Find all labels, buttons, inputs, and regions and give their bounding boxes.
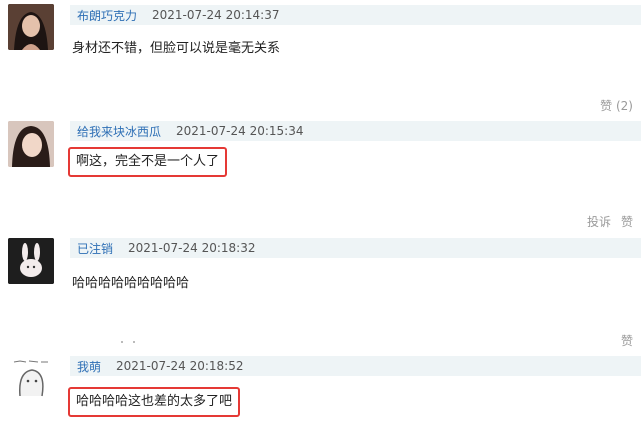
decorative-dot [121,341,123,343]
avatar[interactable] [8,238,54,284]
comment-header: 布朗巧克力 2021-07-24 20:14:37 [70,5,641,25]
username-link[interactable]: 已注销 [77,240,113,257]
like-button[interactable]: 赞 [621,332,633,349]
comment-header: 我萌 2021-07-24 20:18:52 [70,356,641,376]
comment-text: 哈哈哈哈这也差的太多了吧 [68,387,241,417]
username-link[interactable]: 给我来块冰西瓜 [77,123,161,140]
timestamp: 2021-07-24 20:15:34 [176,124,304,138]
username-link[interactable]: 我萌 [77,358,101,375]
avatar[interactable] [8,356,54,402]
timestamp: 2021-07-24 20:14:37 [152,8,280,22]
username-link[interactable]: 布朗巧克力 [77,7,137,24]
comment-actions: 赞 (2) [600,97,633,114]
comment-actions: 赞 [621,332,633,349]
avatar[interactable] [8,121,54,167]
comment-actions: 投诉 赞 [587,213,633,230]
report-button[interactable]: 投诉 [587,213,611,230]
like-button[interactable]: 赞 [621,213,633,230]
comment-text: 哈哈哈哈哈哈哈哈哈 [72,276,190,291]
timestamp: 2021-07-24 20:18:32 [128,241,256,255]
like-button[interactable]: 赞 (2) [600,97,633,114]
comment-text: 啊这，完全不是一个人了 [68,147,228,177]
comment-text: 身材还不错，但脸可以说是毫无关系 [72,41,281,56]
timestamp: 2021-07-24 20:18:52 [116,359,244,373]
comment-header: 给我来块冰西瓜 2021-07-24 20:15:34 [70,121,641,141]
comment-header: 已注销 2021-07-24 20:18:32 [70,238,641,258]
avatar[interactable] [8,4,54,50]
decorative-dot [133,341,135,343]
